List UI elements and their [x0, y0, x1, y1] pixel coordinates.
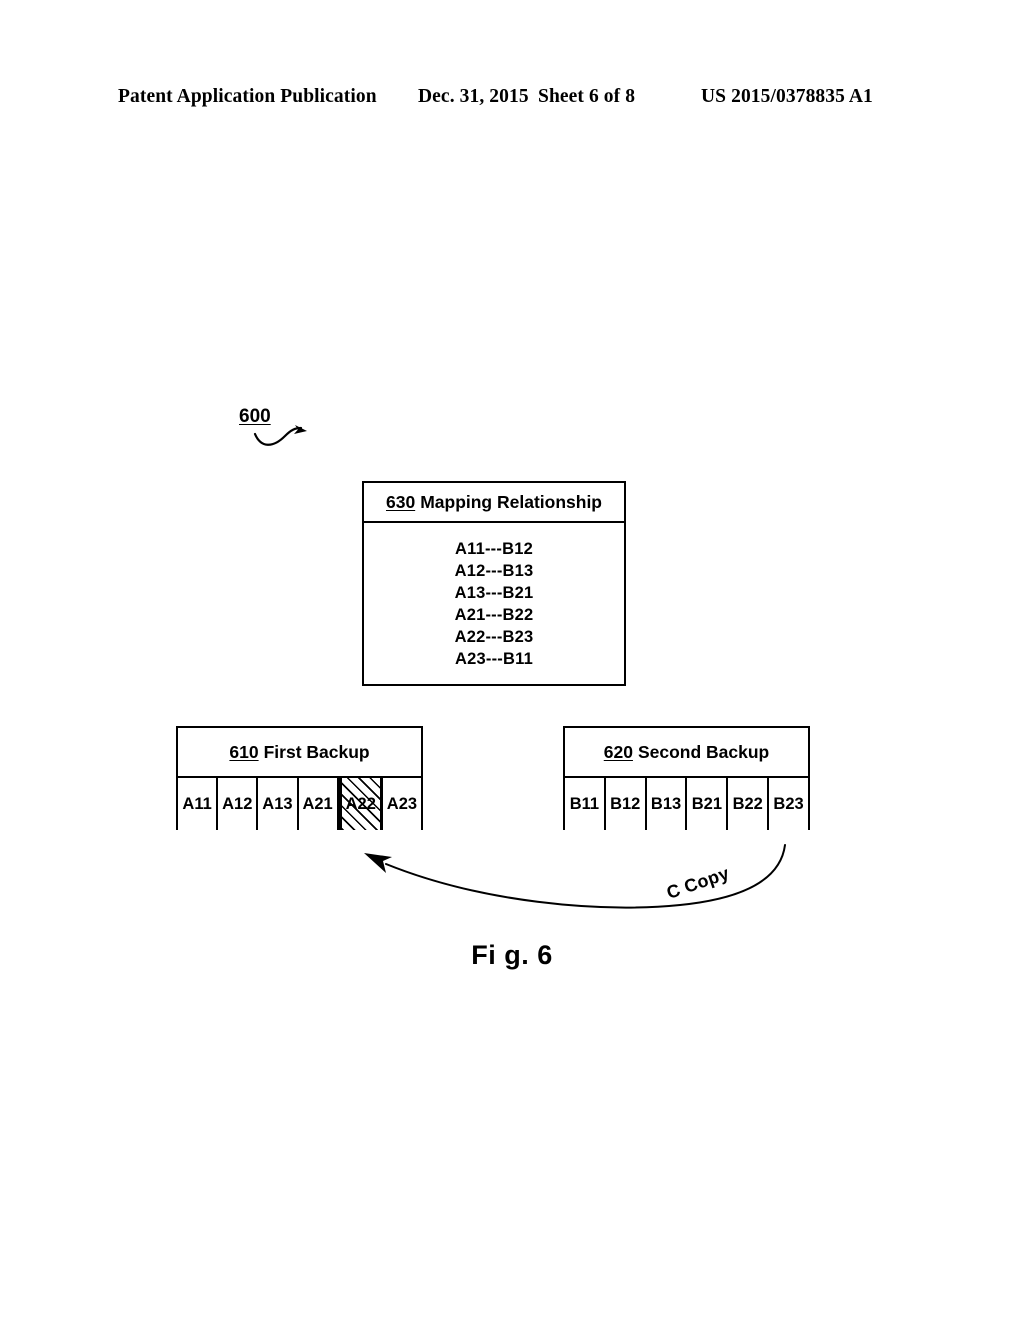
second-backup-cell: B13: [646, 778, 688, 830]
cell-label: B21: [691, 794, 723, 813]
first-backup-title: 610 First Backup: [178, 728, 421, 778]
figure-reference-arrow-icon: [253, 425, 307, 446]
cell-label: B23: [773, 794, 804, 813]
cell-label: B13: [650, 794, 682, 813]
second-backup-box: 620 Second Backup B11 B12 B13 B21 B22 B2…: [563, 726, 810, 830]
cell-label: A22: [345, 794, 376, 813]
second-backup-cell: B12: [605, 778, 647, 830]
cell-label: A11: [182, 794, 212, 813]
header-sheet-text: Sheet 6 of 8: [538, 86, 636, 107]
first-backup-cell: A23: [382, 778, 422, 830]
second-backup-number: 620: [603, 741, 633, 762]
second-backup-title: 620 Second Backup: [565, 728, 808, 778]
cell-label: A12: [222, 794, 253, 813]
first-backup-cell-row: A11 A12 A13 A21 A22 A23: [178, 778, 422, 830]
page-header: Patent Application Publication Dec. 31, …: [118, 86, 908, 114]
first-backup-cell: A11: [178, 778, 219, 830]
mapping-row: A13---B21: [454, 584, 534, 602]
cell-label: B22: [732, 794, 763, 813]
cell-label: B11: [569, 794, 600, 813]
cell-label: A13: [262, 794, 293, 813]
first-backup-cell-highlighted: A22: [338, 778, 383, 830]
mapping-row: A23---B11: [455, 650, 533, 668]
header-publication-text: Patent Application Publication: [118, 86, 377, 107]
first-backup-number: 610: [229, 741, 259, 762]
second-backup-cell: B21: [687, 778, 729, 830]
header-date-text: Dec. 31, 2015: [418, 86, 529, 107]
mapping-row: A12---B13: [454, 562, 534, 580]
copy-arrow-icon: [364, 844, 786, 909]
mapping-relationship-number: 630: [385, 491, 416, 512]
cell-label: A23: [386, 794, 418, 813]
figure-caption: Fi g. 6: [471, 940, 553, 970]
header-patent-number: US 2015/0378835 A1: [701, 86, 873, 107]
second-backup-cell-row: B11 B12 B13 B21 B22 B23: [565, 778, 808, 830]
mapping-relationship-list: A11---B12 A12---B13 A13---B21 A21---B22 …: [364, 523, 624, 670]
mapping-relationship-box: 630 Mapping Relationship A11---B12 A12--…: [362, 481, 626, 686]
mapping-row: A11---B12: [455, 540, 533, 558]
first-backup-cell: A12: [218, 778, 259, 830]
cell-label: A21: [302, 794, 333, 813]
first-backup-box: 610 First Backup A11 A12 A13 A21 A22 A23: [176, 726, 423, 830]
first-backup-cell: A13: [258, 778, 299, 830]
mapping-row: A21---B22: [454, 606, 534, 624]
second-backup-cell: B22: [728, 778, 770, 830]
first-backup-cell: A21: [298, 778, 339, 830]
mapping-relationship-title-text: Mapping Relationship: [420, 491, 602, 512]
first-backup-title-text: First Backup: [263, 741, 370, 762]
mapping-row: A22---B23: [454, 628, 534, 646]
cell-label: B12: [610, 794, 641, 813]
mapping-relationship-title: 630 Mapping Relationship: [364, 483, 624, 523]
second-backup-cell: B11: [565, 778, 606, 830]
second-backup-title-text: Second Backup: [637, 741, 770, 762]
second-backup-cell: B23: [769, 778, 808, 830]
